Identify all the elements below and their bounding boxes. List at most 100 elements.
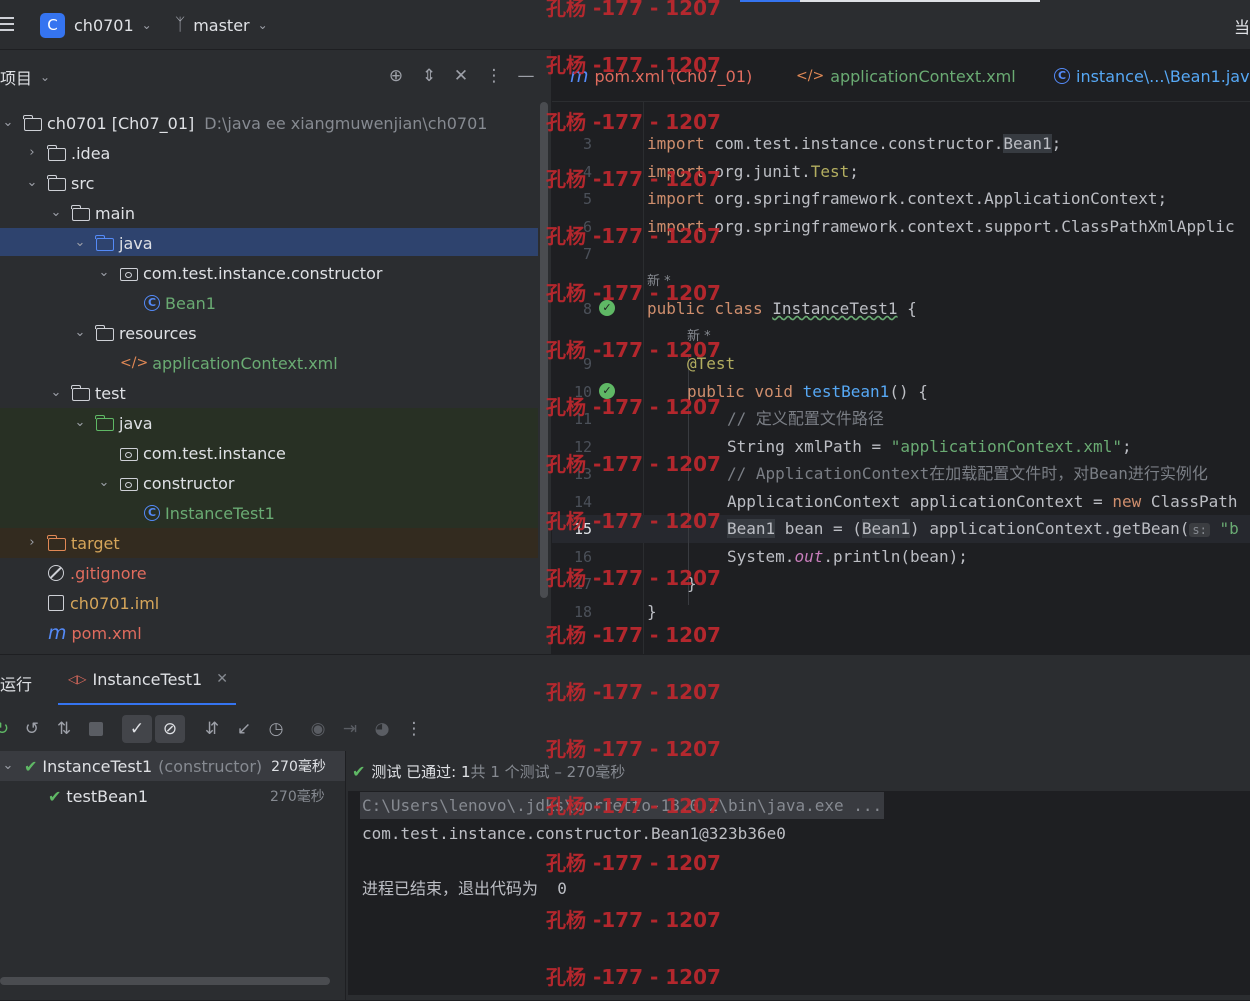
test-status-bar: ✔ 测试 已通过: 1 共 1 个测试 – 270毫秒 (348, 751, 1250, 791)
close-icon[interactable]: ✕ (216, 671, 228, 687)
tree-item-main[interactable]: ⌄ main (0, 198, 538, 228)
console-exit-line: 进程已结束，退出代码为 0 (362, 879, 567, 898)
test-tree-row[interactable]: ⌄ ✔ InstanceTest1 (constructor) 270毫秒 (0, 751, 345, 781)
minimize-icon[interactable]: — (514, 64, 538, 88)
line-numbers: 3 4 5 6 7 8 9 10 11 12 13 14 15 16 17 18 (552, 130, 592, 630)
chevron-down-icon[interactable]: ⌄ (24, 175, 40, 191)
xml-file-icon: </> (120, 355, 149, 371)
tree-item-label: src (71, 173, 95, 193)
show-passed-icon[interactable]: ✓ (122, 715, 152, 743)
tab-bean1-java[interactable]: C instance\...\Bean1.java (1054, 50, 1250, 102)
code-line-5: import org.springframework.context.Appli… (647, 189, 1168, 208)
chevron-down-icon[interactable]: ⌄ (72, 415, 88, 431)
history-icon[interactable]: ◷ (264, 717, 288, 741)
import-tests-icon[interactable]: ↙ (232, 717, 256, 741)
passed-check-icon: ✔ (24, 756, 38, 776)
project-name: ch0701 (74, 15, 134, 35)
tree-item-package-instance[interactable]: com.test.instance (0, 438, 538, 468)
tab-label: applicationContext.xml (830, 66, 1016, 86)
watermark-text: 孔杨 -177 - 1207 (546, 794, 721, 818)
chevron-down-icon[interactable]: ⌄ (0, 115, 16, 131)
status-summary: 共 1 个测试 – 270毫秒 (470, 762, 626, 781)
more-options-icon[interactable]: ⋮ (402, 717, 426, 741)
project-switcher[interactable]: C ch0701 ⌄ (40, 12, 152, 38)
chevron-down-icon: ⌄ (40, 70, 51, 84)
coverage-icon[interactable]: ◕ (370, 717, 394, 741)
tree-item-bean1[interactable]: C Bean1 (0, 288, 538, 318)
code-line-11: // 定义配置文件路径 (727, 409, 884, 428)
tree-item-instance-test1[interactable]: C InstanceTest1 (0, 498, 538, 528)
branch-switcher[interactable]: ᛉ master ⌄ (175, 12, 268, 38)
watermark-text: 孔杨 -177 - 1207 (546, 566, 721, 590)
tree-item-main-java[interactable]: ⌄ java (0, 228, 538, 258)
test-tree: ⌄ ✔ InstanceTest1 (constructor) 270毫秒 ✔ … (0, 751, 346, 1001)
tree-item-resources[interactable]: ⌄ resources (0, 318, 538, 348)
test-tree-row[interactable]: ✔ testBean1 270毫秒 (0, 781, 345, 811)
stop-icon[interactable] (84, 717, 108, 741)
tree-item-target[interactable]: › target (0, 528, 538, 558)
test-tree-scrollbar[interactable] (0, 977, 330, 985)
toolbar-right-label[interactable]: 当 (1234, 14, 1250, 38)
project-panel-header[interactable]: 项目 ⌄ (0, 65, 50, 89)
code-line-16: System.out.println(bean); (727, 547, 968, 566)
folder-icon (71, 384, 90, 401)
watermark-text: 孔杨 -177 - 1207 (546, 110, 721, 134)
tree-item-application-context-xml[interactable]: </> applicationContext.xml (0, 348, 538, 378)
chevron-down-icon[interactable]: ⌄ (96, 475, 112, 491)
toggle-auto-test-icon[interactable]: ⇅ (52, 717, 76, 741)
tab-label: instance\...\Bean1.java (1076, 66, 1250, 86)
xml-file-icon: </> (796, 68, 825, 84)
export-icon[interactable]: ⇥ (338, 717, 362, 741)
expand-all-icon[interactable]: ⇕ (417, 64, 441, 88)
tree-item-test-java[interactable]: ⌄ java (0, 408, 538, 438)
module-folder-icon (23, 114, 42, 131)
watermark-text: 孔杨 -177 - 1207 (546, 395, 721, 419)
tree-item-test[interactable]: ⌄ test (0, 378, 538, 408)
rerun-failed-icon[interactable]: ↺ (20, 717, 44, 741)
chevron-down-icon[interactable]: ⌄ (72, 325, 88, 341)
console-line: com.test.instance.constructor.Bean1@323b… (362, 824, 786, 843)
tab-application-context-xml[interactable]: </> applicationContext.xml (796, 50, 1016, 102)
chevron-down-icon[interactable]: ⌄ (96, 265, 112, 281)
tree-item-label: Bean1 (165, 293, 216, 313)
chevron-down-icon[interactable]: ⌄ (72, 235, 88, 251)
chevron-right-icon[interactable]: › (24, 145, 40, 161)
tree-item-project-root[interactable]: ⌄ ch0701 [Ch07_01] D:\java ee xiangmuwen… (0, 108, 538, 138)
more-options-icon[interactable]: ⋮ (482, 64, 506, 88)
sort-icon[interactable]: ⇵ (200, 717, 224, 741)
camera-icon[interactable]: ◉ (306, 717, 330, 741)
chevron-down-icon[interactable]: ⌄ (48, 385, 64, 401)
chevron-down-icon[interactable]: ⌄ (48, 205, 64, 221)
tree-item-label: com.test.instance (143, 443, 286, 463)
tab-run-config[interactable]: ◁▷ InstanceTest1 ✕ (58, 655, 236, 705)
main-menu-icon[interactable] (0, 15, 14, 33)
folder-icon (71, 204, 90, 221)
tree-item-src[interactable]: ⌄ src (0, 168, 538, 198)
show-ignored-icon[interactable]: ⊘ (155, 715, 185, 743)
tree-item-package-test-constructor[interactable]: ⌄ constructor (0, 468, 538, 498)
maven-icon: m (48, 622, 67, 644)
tree-item-idea[interactable]: › .idea (0, 138, 538, 168)
chevron-down-icon[interactable]: ⌄ (0, 758, 16, 774)
tree-item-gitignore[interactable]: .gitignore (0, 558, 538, 588)
tree-item-pom-xml[interactable]: m pom.xml (0, 618, 538, 648)
test-name: testBean1 (66, 786, 149, 806)
class-icon: C (144, 295, 160, 311)
test-sub: (constructor) (158, 756, 263, 776)
tree-item-package-constructor[interactable]: ⌄ com.test.instance.constructor (0, 258, 538, 288)
class-icon: C (144, 505, 160, 521)
watermark-text: 孔杨 -177 - 1207 (546, 908, 721, 932)
rerun-icon[interactable]: ↻ (0, 717, 14, 741)
locate-icon[interactable]: ⊕ (384, 64, 408, 88)
tree-item-ch0701-iml[interactable]: ch0701.iml (0, 588, 538, 618)
console-output[interactable]: C:\Users\lenovo\.jdks\corretto-18.0.2\bi… (348, 791, 1250, 995)
collapse-all-icon[interactable]: ✕ (449, 64, 473, 88)
passed-check-icon: ✔ (352, 761, 366, 781)
chevron-right-icon[interactable]: › (24, 535, 40, 551)
tree-item-label: java (119, 413, 153, 433)
test-name: InstanceTest1 (42, 756, 153, 776)
code-line-12: String xmlPath = "applicationContext.xml… (727, 437, 1132, 456)
chevron-down-icon: ⌄ (141, 18, 152, 32)
watermark-text: 孔杨 -177 - 1207 (546, 53, 721, 77)
watermark-text: 孔杨 -177 - 1207 (546, 452, 721, 476)
